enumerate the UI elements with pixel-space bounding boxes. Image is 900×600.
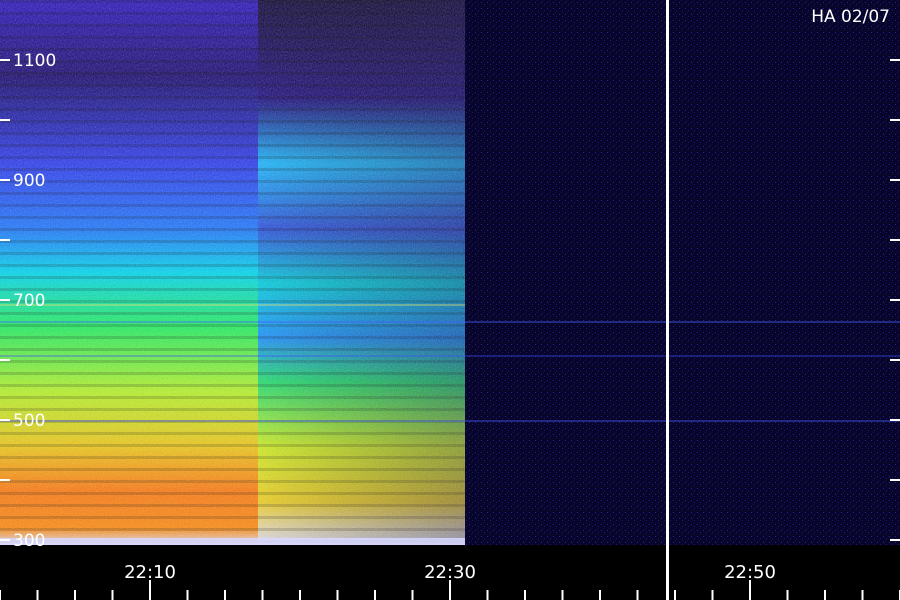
y-tick-label-1100: 1100	[13, 51, 56, 71]
baseline-strip	[0, 538, 465, 545]
quiet-region	[465, 0, 900, 545]
spectrum-noise	[0, 0, 465, 545]
y-tick-label-300: 300	[13, 531, 45, 551]
x-tick-label-0: 22:10	[124, 562, 176, 583]
chart-title: HA 02/07	[811, 7, 890, 27]
x-tick-label-1: 22:30	[424, 562, 476, 583]
time-separator-line	[666, 0, 669, 600]
y-tick-label-700: 700	[13, 291, 45, 311]
spectrogram-plot: 300 500 700 900 1100 22:10 22:30 22:50 HA 02/07	[0, 0, 900, 600]
x-tick-label-2: 22:50	[724, 562, 776, 583]
y-tick-label-500: 500	[13, 411, 45, 431]
y-tick-label-900: 900	[13, 171, 45, 191]
spectrogram-data	[0, 0, 900, 545]
